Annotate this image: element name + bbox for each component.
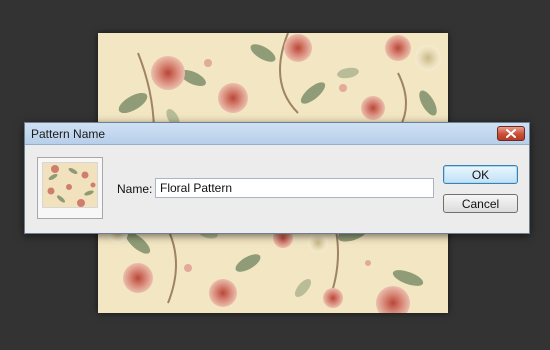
ok-button[interactable]: OK bbox=[443, 165, 518, 184]
cancel-button[interactable]: Cancel bbox=[443, 194, 518, 213]
pattern-name-input[interactable] bbox=[155, 178, 434, 198]
close-icon bbox=[506, 129, 516, 138]
name-label: Name: bbox=[117, 182, 153, 196]
pattern-thumbnail bbox=[37, 157, 103, 219]
dialog-titlebar[interactable]: Pattern Name bbox=[25, 123, 529, 145]
close-button[interactable] bbox=[497, 126, 525, 141]
pattern-name-dialog: Pattern Name Name: Floral Pattern OK Can… bbox=[24, 122, 530, 234]
pattern-thumbnail-image bbox=[42, 162, 98, 208]
dialog-title: Pattern Name bbox=[31, 127, 106, 141]
